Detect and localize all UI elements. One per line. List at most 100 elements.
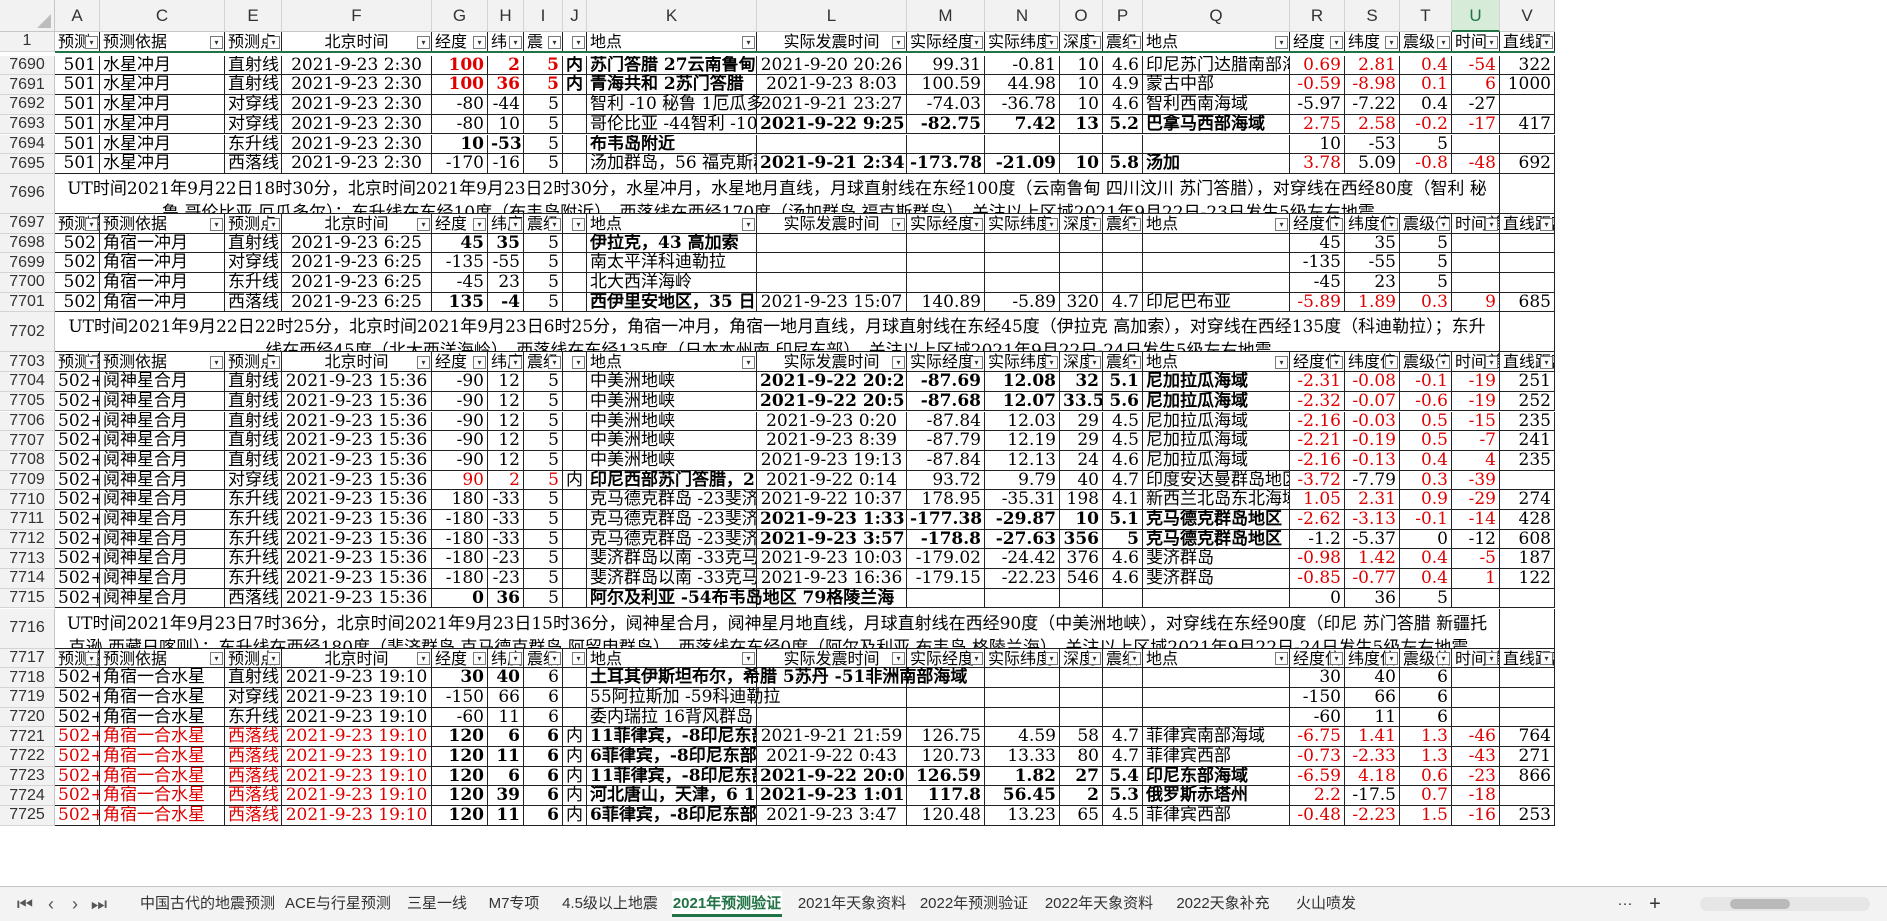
cell-e[interactable]: 对穿线: [225, 253, 282, 273]
cell-t[interactable]: 0: [1400, 529, 1452, 550]
cell-e[interactable]: 东升线: [225, 490, 282, 510]
cell-n[interactable]: 12.03: [985, 411, 1060, 432]
header-cell-r[interactable]: 经度偏 ▾: [1290, 648, 1345, 669]
cell-e[interactable]: 西落线: [225, 154, 282, 174]
header-cell-i[interactable]: 震级 ▾: [524, 648, 563, 669]
cell-h[interactable]: 11: [488, 707, 524, 728]
cell-p[interactable]: 5.4: [1103, 766, 1143, 787]
cell-t[interactable]: 0.3: [1400, 292, 1452, 313]
cell-e[interactable]: 对穿线: [225, 114, 282, 135]
cell-l[interactable]: 2021-9-23 3:57: [757, 529, 907, 550]
cell-g[interactable]: 120: [432, 727, 488, 747]
row-header[interactable]: 7702: [0, 312, 55, 353]
cell-e[interactable]: 直射线: [225, 668, 282, 688]
cell-j[interactable]: 内: [563, 786, 587, 807]
cell-t[interactable]: 0.4: [1400, 55, 1452, 76]
cell-s[interactable]: 1.41: [1345, 727, 1400, 747]
cell-i[interactable]: 5: [524, 490, 563, 510]
row-header[interactable]: 7698: [0, 233, 55, 254]
cell-r[interactable]: -0.85: [1290, 569, 1345, 589]
cell-m[interactable]: [907, 233, 985, 254]
row-header[interactable]: 7701: [0, 292, 55, 313]
header-cell-t[interactable]: 震级 ▾: [1400, 32, 1452, 52]
filter-dropdown-icon[interactable]: ▾: [210, 652, 223, 666]
cell-n[interactable]: [985, 687, 1060, 708]
column-header-c[interactable]: C: [100, 0, 225, 32]
cell-k[interactable]: 克马德克群岛 -23斐济: [587, 490, 757, 510]
cell-u[interactable]: [1452, 273, 1500, 293]
cell-c[interactable]: 水星冲月: [100, 95, 225, 115]
row-header[interactable]: 7705: [0, 391, 55, 412]
cell-a[interactable]: 501: [55, 55, 100, 76]
header-cell-h[interactable]: 纬度 ▾: [488, 213, 524, 234]
cell-k[interactable]: 智利 -10 秘鲁 1厄瓜多: [587, 95, 763, 115]
filter-dropdown-icon[interactable]: ▾: [1045, 217, 1058, 231]
filter-dropdown-icon[interactable]: ▾: [1540, 217, 1553, 231]
cell-n[interactable]: [985, 253, 1060, 273]
cell-i[interactable]: 5: [524, 510, 563, 530]
cell-e[interactable]: 西落线: [225, 292, 282, 313]
next-sheet-icon[interactable]: ›: [64, 893, 86, 915]
filter-dropdown-icon[interactable]: ▾: [509, 652, 522, 666]
cell-l[interactable]: 2021-9-23 16:36: [757, 569, 907, 589]
cell-a[interactable]: 502+1: [55, 391, 100, 412]
cell-q[interactable]: 斐济群岛: [1143, 569, 1290, 589]
cell-q[interactable]: [1143, 668, 1290, 688]
cell-k[interactable]: 青海共和 2苏门答腊: [587, 75, 757, 96]
cell-u[interactable]: [1452, 707, 1500, 728]
cell-e[interactable]: 东升线: [225, 529, 282, 550]
cell-u[interactable]: -23: [1452, 766, 1500, 787]
cell-g[interactable]: -90: [432, 450, 488, 471]
cell-m[interactable]: 140.89: [907, 292, 985, 313]
cell-r[interactable]: -60: [1290, 707, 1345, 728]
cell-m[interactable]: [907, 687, 985, 708]
header-cell-n[interactable]: 实际纬度 ▾: [985, 352, 1060, 373]
cell-n[interactable]: [985, 707, 1060, 728]
filter-dropdown-icon[interactable]: ▾: [473, 35, 486, 49]
cell-j[interactable]: [563, 391, 587, 412]
filter-dropdown-icon[interactable]: ▾: [417, 35, 430, 49]
cell-f[interactable]: 2021-9-23 15:36: [282, 411, 432, 432]
cell-j[interactable]: [563, 431, 587, 451]
header-cell-r[interactable]: 经度偏 ▾: [1290, 352, 1345, 373]
filter-dropdown-icon[interactable]: ▾: [1540, 356, 1553, 370]
cell-h[interactable]: 10: [488, 114, 524, 135]
cell-p[interactable]: 4.5: [1103, 431, 1143, 451]
cell-a[interactable]: 502+1: [55, 431, 100, 451]
cell-f[interactable]: 2021-9-23 2:30: [282, 95, 432, 115]
cell-l[interactable]: 2021-9-22 0:43: [757, 747, 907, 767]
cell-i[interactable]: 5: [524, 431, 563, 451]
scrollbar-thumb[interactable]: [1730, 899, 1790, 909]
cell-a[interactable]: 501: [55, 75, 100, 96]
cell-n[interactable]: -24.42: [985, 549, 1060, 570]
header-cell-a[interactable]: 预测序▾: [55, 352, 100, 373]
cell-s[interactable]: 5.09: [1345, 154, 1400, 174]
header-cell-s[interactable]: 纬度偏 ▾: [1345, 213, 1400, 234]
cell-p[interactable]: 4.6: [1103, 450, 1143, 471]
cell-v[interactable]: 252: [1500, 391, 1555, 412]
cell-l[interactable]: 2021-9-23 0:20: [757, 411, 907, 432]
cell-q[interactable]: 斐济群岛: [1143, 549, 1290, 570]
filter-dropdown-icon[interactable]: ▾: [970, 356, 983, 370]
cell-c[interactable]: 阋神星合月: [100, 490, 225, 510]
cell-v[interactable]: 685: [1500, 292, 1555, 313]
cell-f[interactable]: 2021-9-23 15:36: [282, 470, 432, 491]
cell-u[interactable]: -43: [1452, 747, 1500, 767]
cell-e[interactable]: 东升线: [225, 510, 282, 530]
cell-r[interactable]: -150: [1290, 687, 1345, 708]
cell-a[interactable]: 502: [55, 233, 100, 254]
column-header-p[interactable]: P: [1103, 0, 1143, 32]
cell-e[interactable]: 对穿线: [225, 470, 282, 491]
cell-k[interactable]: 中美洲地峡: [587, 431, 757, 451]
cell-g[interactable]: 100: [432, 55, 488, 76]
cell-j[interactable]: [563, 668, 587, 688]
cell-n[interactable]: -35.31: [985, 490, 1060, 510]
cell-m[interactable]: -87.69: [907, 372, 985, 392]
cell-n[interactable]: 56.45: [985, 786, 1060, 807]
cell-v[interactable]: [1500, 588, 1555, 609]
header-cell-k[interactable]: 地点 ▾: [587, 352, 757, 373]
cell-m[interactable]: 117.8: [907, 786, 985, 807]
cell-q[interactable]: 印尼东部海域: [1143, 766, 1290, 787]
cell-u[interactable]: [1452, 134, 1500, 155]
cell-m[interactable]: 99.31: [907, 55, 985, 76]
